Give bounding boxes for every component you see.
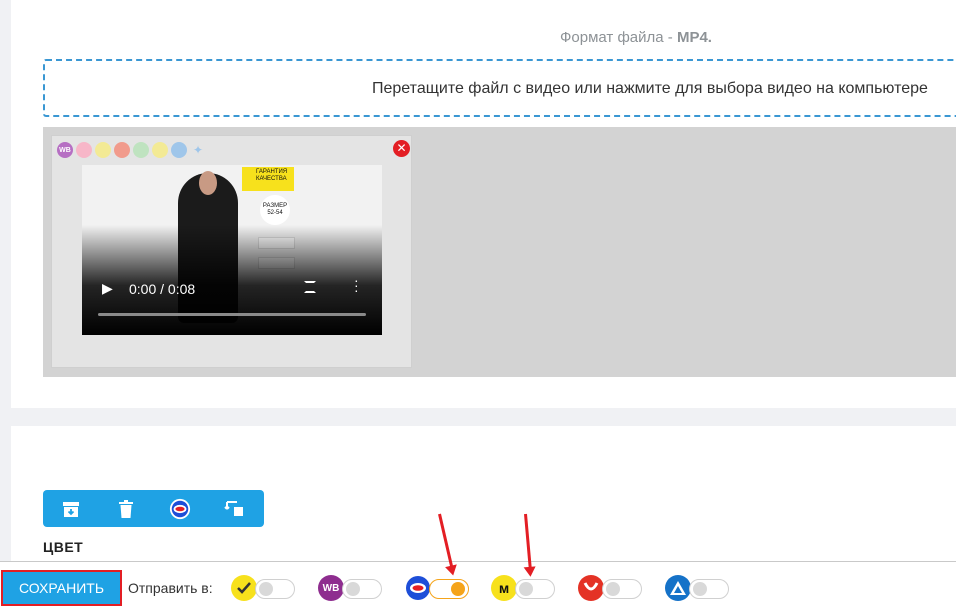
play-icon[interactable]: ▶ [102, 280, 113, 297]
format-prefix: Формат файла - [560, 29, 673, 46]
ozon-mini-icon [76, 142, 92, 158]
check-badge-icon [231, 575, 257, 601]
toggle-knob [346, 582, 360, 596]
ozon-icon [405, 575, 431, 601]
video-overlay-size: РАЗМЕР 52-54 [260, 195, 290, 225]
toggle-knob [451, 582, 465, 596]
format-value: MP4. [676, 29, 712, 46]
check-badge-mini-icon [152, 142, 168, 158]
archive-icon [63, 502, 79, 517]
toggle-knob [606, 582, 620, 596]
video-controls: ▶ 0:00 / 0:08 · · · [82, 273, 382, 305]
sber-mini-icon [171, 142, 187, 158]
marketplace-toggle[interactable] [255, 579, 295, 599]
video-overlay-badge: ГАРАНТИЯ КАЧЕСТВА [242, 167, 294, 191]
toggle-knob [259, 582, 273, 596]
swap-icon [224, 501, 243, 516]
wb-mini-icon: WB [57, 142, 73, 158]
archive-button[interactable] [60, 498, 82, 520]
send-to-label: Отправить в: [128, 580, 213, 596]
check-mini-icon [133, 142, 149, 158]
format-info: Формат файла - MP4. [560, 29, 712, 46]
bottom-toolbar: СОХРАНИТЬ Отправить в: WB м [0, 561, 956, 613]
wb-icon: WB [318, 575, 344, 601]
yandex-market-mini-icon [95, 142, 111, 158]
marketplace-toggle[interactable] [602, 579, 642, 599]
marketplace-toggle[interactable] [689, 579, 729, 599]
remove-video-icon[interactable]: ✕ [393, 140, 410, 157]
save-button[interactable]: СОХРАНИТЬ [1, 570, 122, 606]
trash-icon [119, 500, 133, 518]
toggle-knob [519, 582, 533, 596]
video-player[interactable]: ГАРАНТИЯ КАЧЕСТВА РАЗМЕР 52-54 ▶ 0:00 / … [82, 165, 382, 335]
aliexpress-icon [578, 575, 604, 601]
replace-button[interactable] [224, 498, 246, 520]
toggle-knob [693, 582, 707, 596]
ozon-button[interactable] [169, 498, 191, 520]
video-dropzone[interactable]: Перетащите файл с видео или нажмите для … [43, 59, 956, 117]
fullscreen-icon[interactable] [304, 281, 316, 293]
color-label: ЦВЕТ [43, 539, 84, 555]
marketplace-toggle[interactable] [342, 579, 382, 599]
marketplace-toggle[interactable] [429, 579, 469, 599]
more-options-icon[interactable]: · · · [354, 273, 359, 297]
video-progress-bar[interactable] [98, 313, 366, 316]
delete-button[interactable] [115, 498, 137, 520]
video-thumbnail-head [199, 171, 217, 195]
magic-wand-icon[interactable]: ✦ [190, 142, 206, 158]
marketplace-mini-icons: WB ✦ [57, 142, 206, 158]
aliexpress-mini-icon [114, 142, 130, 158]
video-time: 0:00 / 0:08 [129, 281, 196, 297]
yandex-market-icon: м [491, 575, 517, 601]
dropzone-text: Перетащите файл с видео или нажмите для … [372, 80, 928, 97]
marketplace-toggle[interactable] [515, 579, 555, 599]
sber-icon [665, 575, 691, 601]
ozon-icon [169, 498, 191, 520]
color-action-bar [43, 490, 264, 527]
